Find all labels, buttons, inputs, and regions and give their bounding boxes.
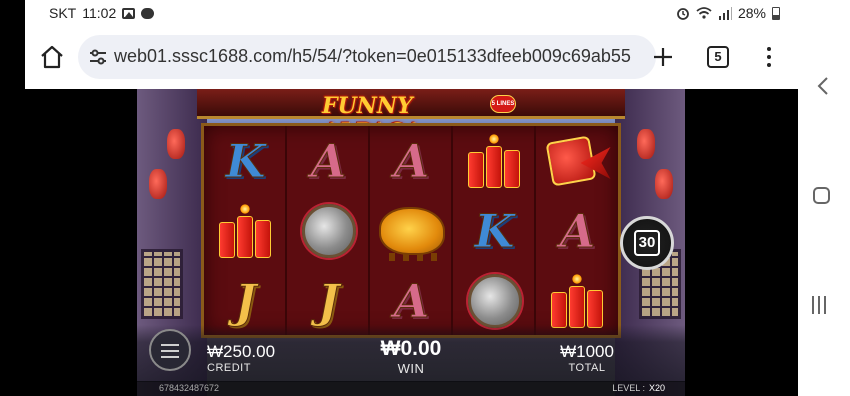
- battery-percent: 28%: [737, 5, 766, 21]
- lines-button[interactable]: 30: [620, 216, 674, 270]
- reel-grid: K J A J A A K A: [201, 123, 621, 338]
- lantern-icon: [655, 169, 673, 199]
- credit-display: ₩250.00 CREDIT: [207, 342, 275, 374]
- game-canvas[interactable]: FUNNY ALPACA 5 LINES K J A J A A: [137, 89, 685, 396]
- total-bet-display[interactable]: ₩1000 TOTAL: [557, 342, 617, 374]
- symbol-a: A: [310, 134, 347, 188]
- overflow-menu-icon[interactable]: [765, 45, 773, 69]
- symbol-a: A: [393, 134, 430, 188]
- alarm-icon: [677, 8, 689, 20]
- symbol-firecrackers: [204, 196, 287, 266]
- symbol-k: K: [225, 134, 266, 188]
- address-bar[interactable]: web01.sssc1688.com/h5/54/?token=0e015133…: [78, 35, 656, 79]
- tab-switcher-button[interactable]: 5: [707, 46, 729, 68]
- win-label: WIN: [397, 361, 425, 376]
- symbol-golden-alpaca: [370, 196, 453, 266]
- reel-1: K J: [204, 126, 287, 335]
- carrier-label: SKT: [49, 5, 77, 21]
- lantern-icon: [167, 129, 185, 159]
- recent-apps-icon[interactable]: [812, 296, 832, 316]
- back-icon[interactable]: [815, 77, 831, 95]
- game-logo: FUNNY ALPACA 5 LINES: [322, 93, 516, 145]
- phone-screen: SKT 11:02 28% web01.sssc1688.com/h5/54/?…: [0, 0, 798, 396]
- chat-notification-icon: [141, 7, 155, 19]
- credit-value: ₩250.00: [207, 342, 276, 361]
- site-settings-icon[interactable]: [88, 47, 108, 67]
- battery-icon: [772, 6, 780, 20]
- reel-2: A J: [287, 126, 370, 335]
- browser-toolbar: web01.sssc1688.com/h5/54/?token=0e015133…: [25, 28, 798, 89]
- reel-5: A: [536, 126, 619, 335]
- info-strip: 678432487672 LEVEL : X20: [137, 381, 685, 396]
- win-display: ₩0.00 WIN: [377, 337, 445, 376]
- symbol-big-firecracker: [536, 126, 619, 196]
- session-id: 678432487672: [159, 383, 220, 393]
- lines-badge: 5 LINES: [490, 95, 516, 113]
- system-nav-bar: [798, 0, 850, 396]
- wifi-icon: [696, 7, 712, 19]
- level-label: LEVEL :: [612, 383, 645, 393]
- lines-count: 30: [634, 230, 660, 256]
- url-text[interactable]: web01.sssc1688.com/h5/54/?token=0e015133…: [114, 46, 649, 67]
- lantern-icon: [149, 169, 167, 199]
- total-value: ₩1000: [560, 342, 614, 361]
- lantern-icon: [637, 129, 655, 159]
- window-lattice-icon: [141, 249, 183, 319]
- reel-3: A A: [370, 126, 453, 335]
- new-tab-icon[interactable]: [651, 45, 675, 69]
- menu-icon[interactable]: [149, 329, 191, 371]
- signal-icon: [718, 6, 732, 20]
- reel-4: K: [453, 126, 536, 335]
- total-label: TOTAL: [568, 362, 606, 374]
- symbol-a: A: [559, 204, 596, 258]
- level-indicator: LEVEL : X20: [612, 383, 665, 393]
- gallery-notification-icon: [122, 7, 136, 19]
- symbol-gong: [287, 196, 370, 266]
- home-icon[interactable]: [39, 44, 65, 70]
- status-bar: SKT 11:02 28%: [25, 0, 798, 28]
- win-value: ₩0.00: [380, 337, 442, 360]
- clock: 11:02: [82, 5, 117, 21]
- symbol-k: K: [474, 204, 515, 258]
- home-nav-icon[interactable]: [813, 187, 830, 204]
- credit-label: CREDIT: [207, 362, 251, 374]
- level-value: X20: [648, 383, 665, 393]
- symbol-firecrackers: [453, 126, 536, 196]
